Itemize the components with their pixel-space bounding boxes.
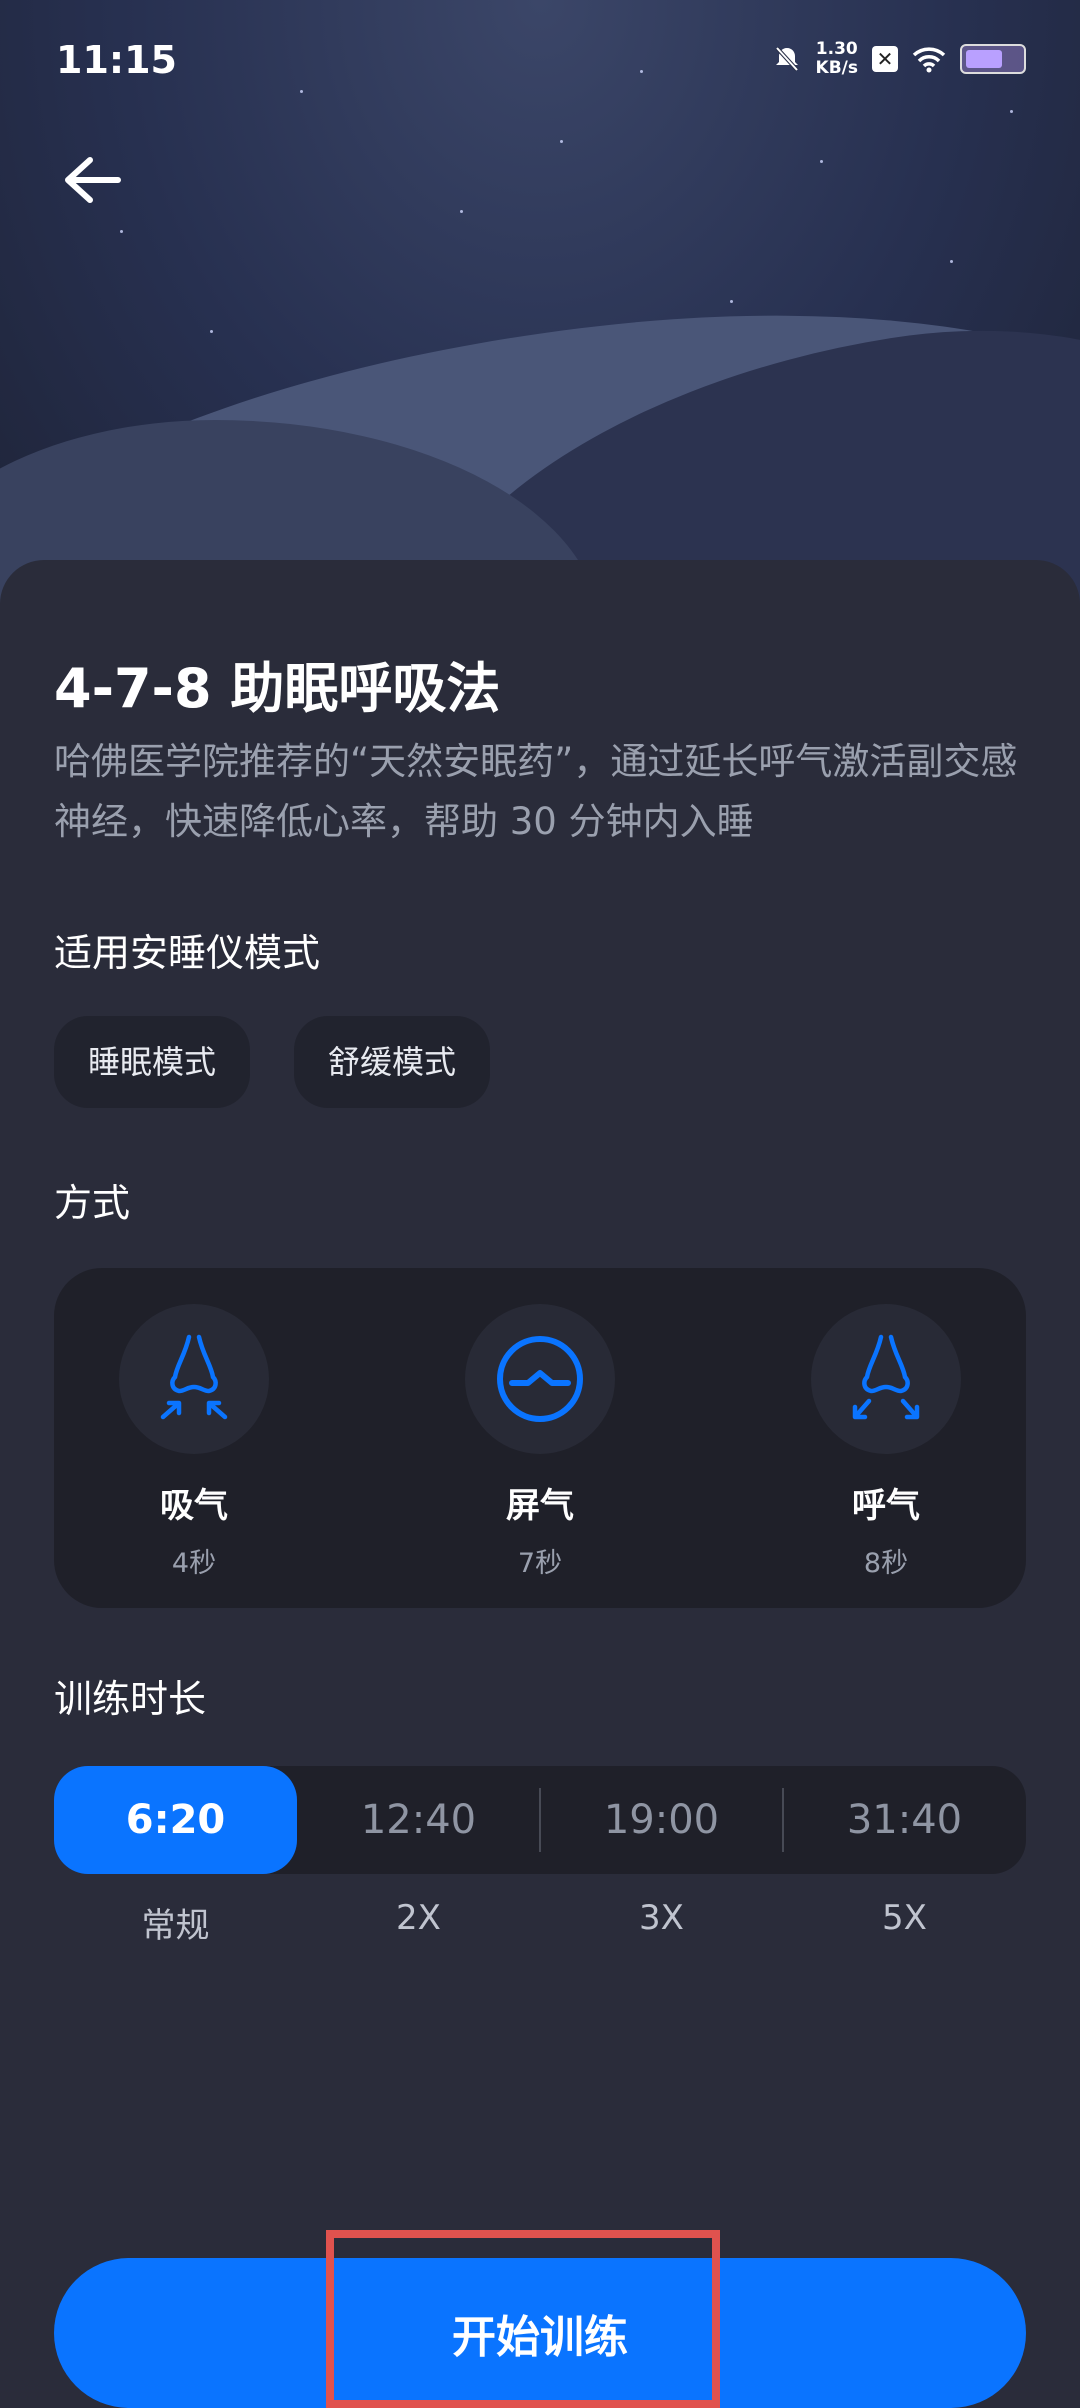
net-speed-unit: KB/s (815, 58, 858, 78)
duration-selector: 6:20 12:40 19:00 31:40 (54, 1766, 1026, 1874)
duration-heading: 训练时长 (54, 1677, 207, 1721)
mute-bell-icon (775, 46, 799, 72)
method-hold-seconds: 7秒 (517, 1548, 563, 1579)
mode-chip-sleep[interactable]: 睡眠模式 (54, 1016, 251, 1108)
method-inhale-name: 吸气 (160, 1486, 228, 1526)
hold-breath-icon (497, 1336, 583, 1422)
wifi-icon (912, 47, 946, 73)
duration-option-2x[interactable]: 12:40 (297, 1766, 540, 1874)
method-exhale-circle (811, 1304, 961, 1454)
star (120, 230, 123, 233)
mode-chip-soothe[interactable]: 舒缓模式 (294, 1016, 491, 1108)
sim-off-icon: ✕ (872, 46, 898, 72)
star (730, 300, 733, 303)
method-exhale-seconds: 8秒 (863, 1548, 909, 1579)
duration-label-5x: 5X (882, 1898, 927, 1938)
page-title: 4-7-8 助眠呼吸法 (54, 657, 501, 720)
status-time: 11:15 (56, 38, 177, 82)
method-inhale-seconds: 4秒 (171, 1548, 217, 1579)
method-hold-name: 屏气 (506, 1486, 574, 1526)
duration-label-1x: 常规 (141, 1906, 210, 1946)
method-inhale-circle (119, 1304, 269, 1454)
status-icons: 1.30 KB/s ✕ (772, 40, 1026, 78)
duration-label-2x: 2X (396, 1898, 441, 1938)
method-panel: 吸气 4秒 屏气 7秒 呼气 8秒 (54, 1268, 1026, 1608)
star (820, 160, 823, 163)
net-speed: 1.30 KB/s (816, 40, 858, 78)
page-description: 哈佛医学院推荐的“天然安眠药”，通过延长呼气激活副交感神经，快速降低心率，帮助 … (54, 740, 1018, 843)
duration-option-1x[interactable]: 6:20 (54, 1766, 297, 1874)
back-button[interactable] (52, 140, 132, 220)
method-hold-circle (465, 1304, 615, 1454)
star (560, 140, 563, 143)
modes-heading: 适用安睡仪模式 (54, 931, 321, 975)
nose-inhale-icon (160, 1334, 228, 1420)
duration-option-5x[interactable]: 31:40 (783, 1766, 1026, 1874)
status-bar: 11:15 1.30 KB/s ✕ (0, 0, 1080, 120)
method-exhale-name: 呼气 (852, 1486, 920, 1526)
star (950, 260, 953, 263)
highlight-box (326, 2230, 720, 2408)
method-hold: 屏气 7秒 (460, 1304, 620, 1580)
method-heading: 方式 (54, 1181, 131, 1225)
battery-icon (960, 44, 1026, 74)
duration-label-3x: 3X (639, 1898, 684, 1938)
net-speed-value: 1.30 (815, 39, 858, 59)
star (210, 330, 213, 333)
method-exhale: 呼气 8秒 (806, 1304, 966, 1580)
nose-exhale-icon (852, 1334, 920, 1420)
content-card: 4-7-8 助眠呼吸法 哈佛医学院推荐的“天然安眠药”，通过延长呼气激活副交感神… (0, 560, 1080, 2408)
arrow-left-icon (65, 157, 121, 203)
star (460, 210, 463, 213)
duration-option-3x[interactable]: 19:00 (540, 1766, 783, 1874)
method-inhale: 吸气 4秒 (114, 1304, 274, 1580)
